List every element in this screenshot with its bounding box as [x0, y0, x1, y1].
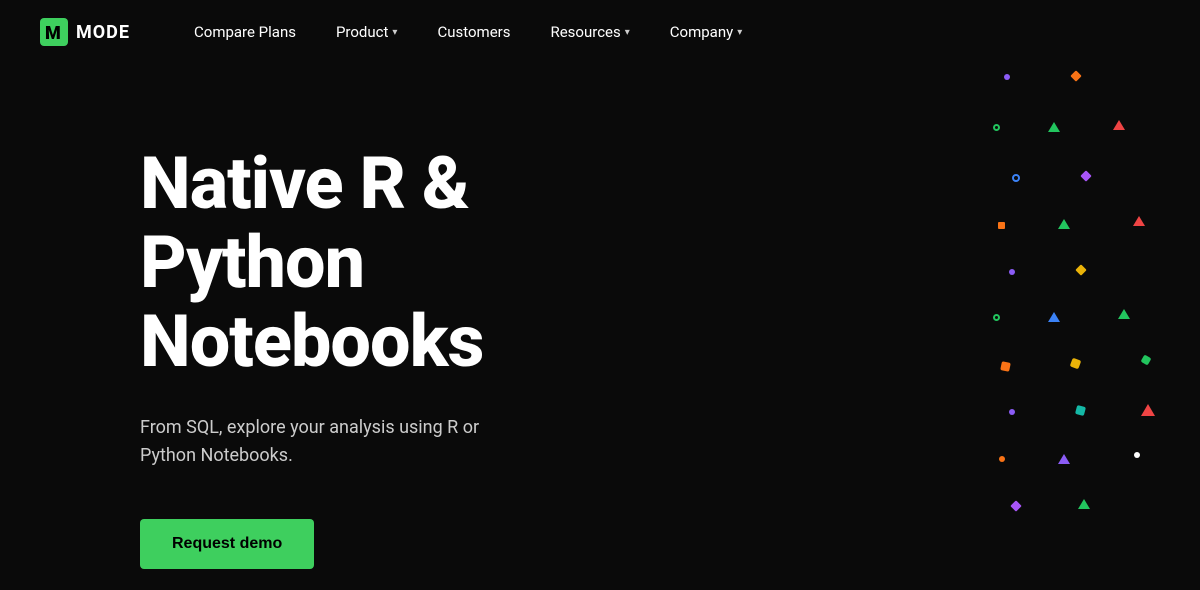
- shape-triangle-7: [1141, 404, 1155, 416]
- resources-link[interactable]: Resources ▾: [534, 15, 645, 49]
- request-demo-button[interactable]: Request demo: [140, 519, 314, 569]
- shape-diamond-1: [1070, 70, 1081, 81]
- shape-square-1: [998, 222, 1005, 229]
- mode-logo-icon: M: [40, 18, 68, 46]
- shape-dot-3: [1009, 409, 1015, 415]
- shape-triangle-8: [1058, 454, 1070, 464]
- product-chevron-icon: ▾: [392, 27, 397, 38]
- shape-diamond-3: [1075, 264, 1086, 275]
- nav-item-company: Company ▾: [654, 15, 758, 49]
- product-link[interactable]: Product ▾: [320, 15, 413, 49]
- compare-plans-link[interactable]: Compare Plans: [178, 15, 312, 49]
- customers-link[interactable]: Customers: [421, 15, 526, 49]
- shape-square-5: [1075, 405, 1086, 416]
- shape-triangle-9: [1078, 499, 1090, 509]
- shape-triangle-2: [1113, 120, 1125, 130]
- shape-triangle-4: [1133, 216, 1145, 226]
- shape-diamond-2: [1080, 170, 1091, 181]
- shape-circle-2: [1012, 174, 1020, 182]
- shape-dot-2: [1009, 269, 1015, 275]
- shape-square-3: [1070, 358, 1082, 370]
- shape-dot-4: [999, 456, 1005, 462]
- navigation: M MODE Compare Plans Product ▾ Customers…: [0, 0, 1200, 64]
- nav-links: Compare Plans Product ▾ Customers Resour…: [178, 15, 758, 49]
- shape-square-2: [1000, 361, 1011, 372]
- logo-text: MODE: [76, 22, 130, 43]
- company-link[interactable]: Company ▾: [654, 15, 758, 49]
- shape-triangle-1: [1048, 122, 1060, 132]
- logo-link[interactable]: M MODE: [40, 18, 130, 46]
- company-chevron-icon: ▾: [737, 27, 742, 38]
- nav-item-resources: Resources ▾: [534, 15, 645, 49]
- shape-triangle-5: [1048, 312, 1060, 322]
- shape-square-4: [1141, 355, 1152, 366]
- shape-triangle-3: [1058, 219, 1070, 229]
- nav-item-product: Product ▾: [320, 15, 413, 49]
- decorative-shapes: [960, 64, 1200, 584]
- hero-subtitle: From SQL, explore your analysis using R …: [140, 414, 520, 472]
- shape-dot-1: [1004, 74, 1010, 80]
- hero-section: Native R & Python Notebooks From SQL, ex…: [0, 64, 1200, 590]
- hero-title: Native R & Python Notebooks: [140, 144, 700, 382]
- svg-text:M: M: [45, 23, 61, 44]
- shape-dot-5: [1134, 452, 1140, 458]
- shape-diamond-4: [1010, 500, 1021, 511]
- nav-item-compare-plans: Compare Plans: [178, 15, 312, 49]
- shape-circle-3: [993, 314, 1000, 321]
- resources-chevron-icon: ▾: [625, 27, 630, 38]
- nav-item-customers: Customers: [421, 15, 526, 49]
- shape-circle-1: [993, 124, 1000, 131]
- shape-triangle-6: [1118, 309, 1130, 319]
